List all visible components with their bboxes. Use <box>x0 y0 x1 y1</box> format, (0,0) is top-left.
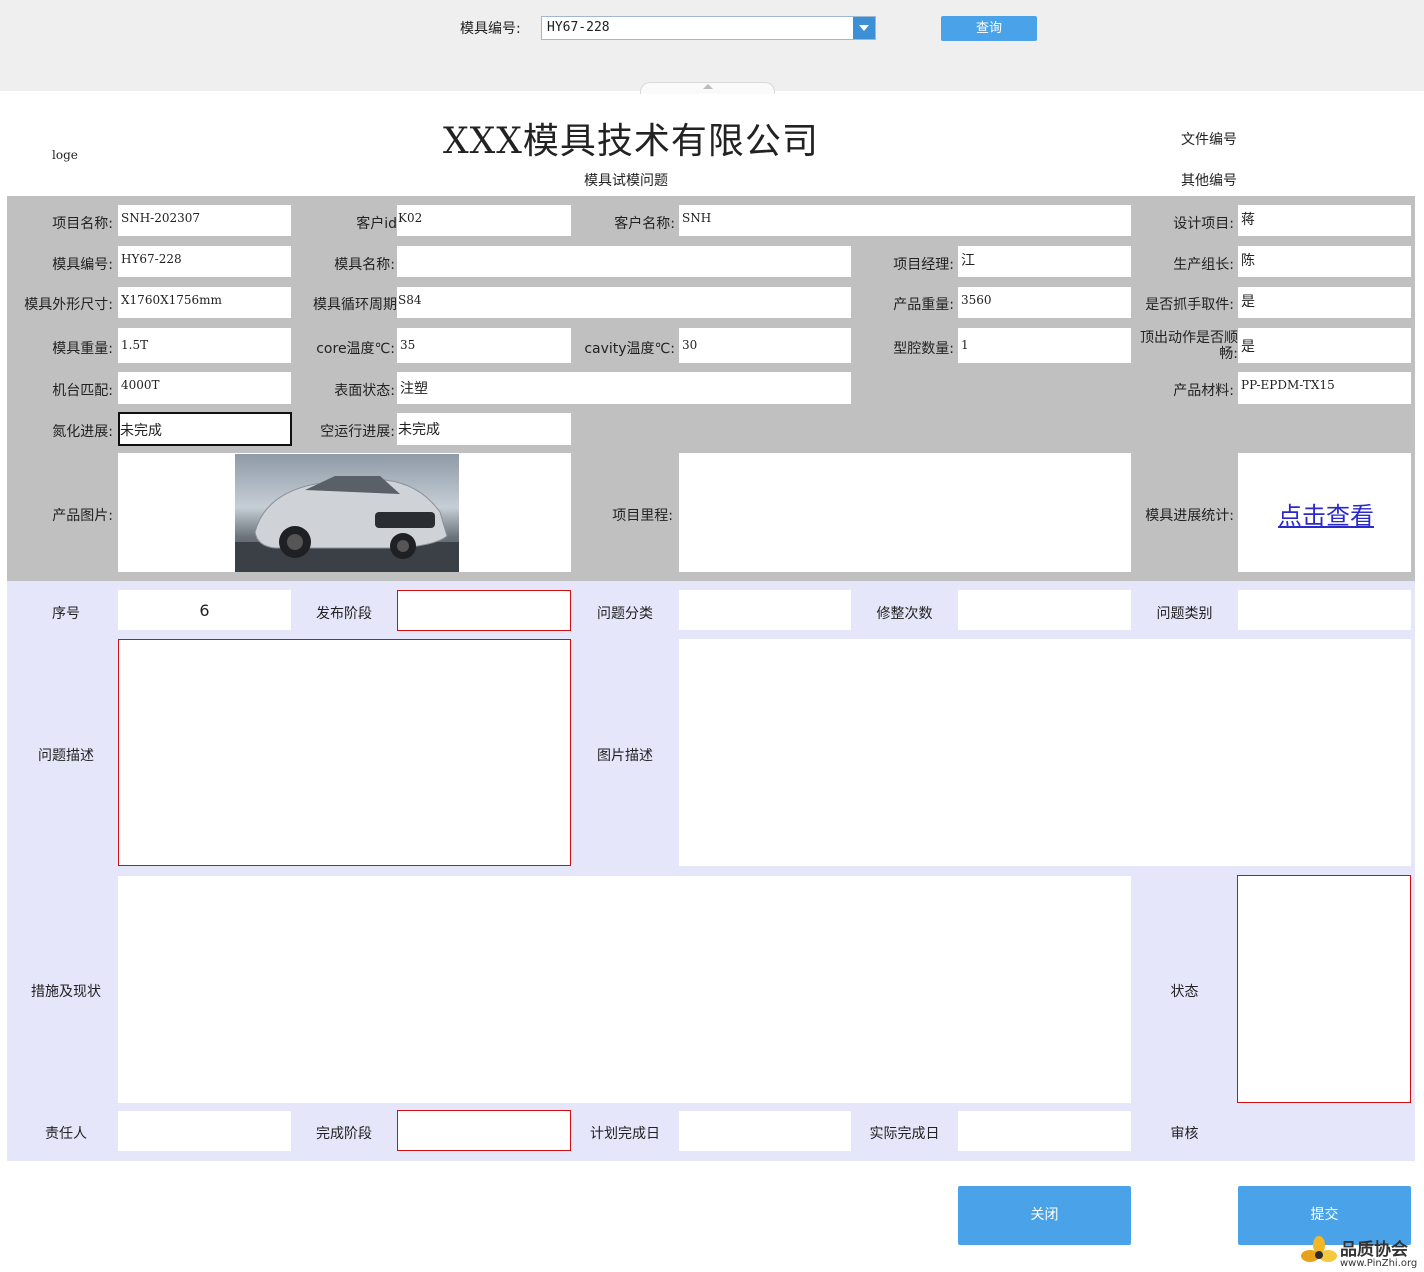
machine-field[interactable]: 4000T <box>118 372 291 404</box>
cavity-count-field[interactable]: 1 <box>958 328 1131 363</box>
cycle-time-label: 模具循环周期 <box>313 297 397 313</box>
core-temp-label: core温度℃: <box>316 341 395 357</box>
nitriding-label: 氮化进展: <box>52 424 113 440</box>
seq-label: 序号 <box>52 606 80 622</box>
collapse-toggle[interactable] <box>640 82 775 94</box>
planned-date-label: 计划完成日 <box>590 1126 660 1142</box>
gripper-label: 是否抓手取件: <box>1145 297 1234 313</box>
image-desc-label: 图片描述 <box>597 748 653 764</box>
watermark: 品质协会 www.PinZhi.org <box>1300 1234 1424 1272</box>
query-bar <box>0 0 1424 91</box>
mold-number-label: 模具编号: <box>460 21 521 37</box>
category-label: 问题分类 <box>597 606 653 622</box>
progress-stats-label: 模具进展统计: <box>1145 508 1234 524</box>
form-subtitle: 模具试模问题 <box>584 173 668 189</box>
gripper-field[interactable]: 是 <box>1238 287 1411 318</box>
actual-date-field[interactable] <box>958 1111 1131 1151</box>
release-stage-field[interactable] <box>397 590 571 631</box>
watermark-url: www.PinZhi.org <box>1340 1258 1418 1269</box>
mold-name-label: 模具名称: <box>334 257 395 273</box>
view-progress-link[interactable]: 点击查看 <box>1278 496 1374 531</box>
other-number-label: 其他编号 <box>1181 173 1237 189</box>
status-field[interactable] <box>1237 875 1411 1103</box>
company-title: XXX模具技术有限公司 <box>443 121 819 162</box>
project-manager-label: 项目经理: <box>893 257 954 273</box>
actual-date-label: 实际完成日 <box>869 1126 940 1142</box>
milestone-label: 项目里程: <box>612 508 673 524</box>
core-temp-field[interactable]: 35 <box>397 328 571 363</box>
image-desc-field[interactable] <box>679 639 1411 866</box>
mold-number-select[interactable]: HY67-228 <box>541 16 876 40</box>
flower-logo-icon <box>1301 1236 1337 1262</box>
mold-name-field[interactable] <box>397 246 851 277</box>
rework-count-label: 修整次数 <box>876 606 933 622</box>
logo: loge <box>52 148 78 162</box>
car-image-icon <box>235 476 459 572</box>
mold-size-field[interactable]: X1760X1756mm <box>118 287 291 318</box>
release-stage-label: 发布阶段 <box>316 606 372 622</box>
customer-id-label: 客户id <box>356 216 397 232</box>
material-label: 产品材料: <box>1173 383 1234 399</box>
complete-stage-field[interactable] <box>397 1110 571 1151</box>
owner-label: 责任人 <box>45 1126 87 1142</box>
dry-run-label: 空运行进展: <box>320 424 395 440</box>
mold-number-field[interactable]: HY67-228 <box>118 246 291 277</box>
planned-date-field[interactable] <box>679 1111 851 1151</box>
surface-label: 表面状态: <box>334 383 395 399</box>
measures-field[interactable] <box>118 876 1131 1103</box>
customer-name-label: 客户名称: <box>614 216 675 232</box>
dry-run-field[interactable]: 未完成 <box>397 413 571 445</box>
cavity-count-label: 型腔数量: <box>893 341 954 357</box>
mold-weight-field[interactable]: 1.5T <box>118 328 291 363</box>
product-weight-label: 产品重量: <box>893 297 954 313</box>
production-leader-label: 生产组长: <box>1173 257 1234 273</box>
measures-label: 措施及现状 <box>31 984 101 1000</box>
document-number-label: 文件编号 <box>1181 132 1237 148</box>
chevron-down-icon[interactable] <box>853 17 875 39</box>
rework-count-field[interactable] <box>958 590 1131 630</box>
close-button[interactable]: 关闭 <box>958 1186 1131 1245</box>
milestone-field[interactable] <box>679 453 1131 572</box>
mold-weight-label: 模具重量: <box>52 341 113 357</box>
project-name-field[interactable]: SNH-202307 <box>118 205 291 236</box>
owner-field[interactable] <box>118 1111 291 1151</box>
product-photo-car <box>235 454 459 572</box>
cavity-temp-label: cavity温度℃: <box>584 341 675 357</box>
mold-number-info-label: 模具编号: <box>52 257 113 273</box>
customer-name-field[interactable]: SNH <box>679 205 1131 236</box>
product-weight-field[interactable]: 3560 <box>958 287 1131 318</box>
project-manager-field[interactable]: 江 <box>958 246 1131 277</box>
mold-number-value: HY67-228 <box>547 20 610 35</box>
design-project-label: 设计项目: <box>1173 216 1234 232</box>
nitriding-field[interactable]: 未完成 <box>118 412 292 446</box>
issue-type-field[interactable] <box>1238 590 1411 630</box>
issue-type-label: 问题类别 <box>1156 606 1213 622</box>
review-label: 审核 <box>1170 1126 1199 1142</box>
material-field[interactable]: PP-EPDM-TX15 <box>1238 372 1411 404</box>
seq-field[interactable]: 6 <box>118 590 291 630</box>
customer-id-field[interactable]: K02 <box>397 205 571 236</box>
progress-stats-box: 点击查看 <box>1238 453 1411 572</box>
description-field[interactable] <box>118 639 571 866</box>
production-leader-field[interactable]: 陈 <box>1238 246 1411 277</box>
category-field[interactable] <box>679 590 851 630</box>
surface-field[interactable]: 注塑 <box>397 372 851 404</box>
cycle-time-field[interactable]: S84 <box>397 287 851 318</box>
ejection-smooth-label: 顶出动作是否顺畅: <box>1140 330 1238 362</box>
machine-label: 机台匹配: <box>52 383 113 399</box>
product-image-label: 产品图片: <box>52 508 113 524</box>
design-project-field[interactable]: 蒋 <box>1238 205 1411 236</box>
query-button[interactable]: 查询 <box>941 16 1037 41</box>
ejection-smooth-field[interactable]: 是 <box>1238 328 1411 363</box>
watermark-text: 品质协会 <box>1340 1240 1408 1260</box>
mold-size-label: 模具外形尺寸: <box>24 297 113 313</box>
cavity-temp-field[interactable]: 30 <box>679 328 851 363</box>
description-label: 问题描述 <box>38 748 94 764</box>
project-name-label: 项目名称: <box>52 216 113 232</box>
status-label: 状态 <box>1170 984 1199 1000</box>
complete-stage-label: 完成阶段 <box>316 1126 372 1142</box>
